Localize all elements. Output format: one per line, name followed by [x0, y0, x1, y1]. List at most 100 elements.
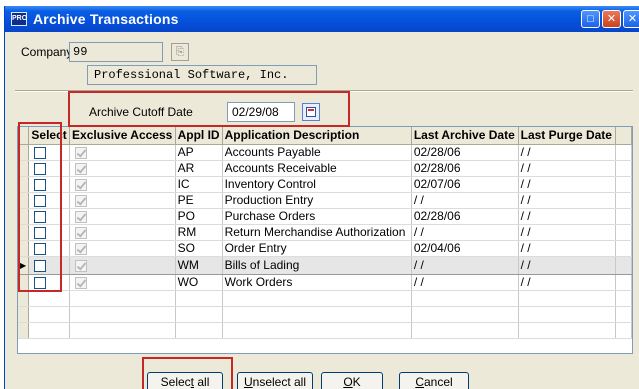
filler-cell: [615, 176, 632, 193]
select-checkbox[interactable]: [34, 276, 47, 289]
application-description-cell: Production Entry: [222, 192, 412, 209]
select-cell[interactable]: [28, 274, 71, 291]
ok-button[interactable]: OK: [321, 372, 383, 389]
empty-cell: [615, 290, 632, 307]
company-lookup-button[interactable]: ⎘: [171, 43, 189, 61]
row-indicator[interactable]: [18, 160, 30, 177]
appl-id-cell: PO: [175, 208, 223, 225]
last-purge-date-cell: / /: [518, 144, 617, 161]
archive-transactions-window: PRO Archive Transactions □ ✕ ✕ Company 9…: [4, 6, 639, 389]
row-indicator[interactable]: [18, 290, 30, 307]
unselect-all-button[interactable]: Unselect all: [237, 372, 313, 389]
current-row-arrow-icon: ▶: [20, 260, 27, 270]
table-row[interactable]: RM Return Merchandise Authorization / / / /: [18, 224, 632, 241]
row-indicator[interactable]: [18, 322, 30, 339]
table-row[interactable]: WO Work Orders / / / /: [18, 274, 632, 291]
exclusive-access-checkbox: [75, 242, 88, 255]
applications-grid[interactable]: Select Exclusive Access Appl ID Applicat…: [17, 126, 633, 354]
grid-body: AP Accounts Payable 02/28/06/ / AR Accounts …: [18, 144, 632, 339]
application-description-cell: Purchase Orders: [222, 208, 412, 225]
calendar-button[interactable]: [302, 103, 320, 121]
last-purge-date-cell: / /: [518, 240, 617, 257]
ok-label: K: [352, 375, 361, 389]
maximize-button[interactable]: □: [581, 10, 600, 28]
empty-row[interactable]: [18, 290, 632, 307]
cancel-button[interactable]: Cancel: [399, 372, 469, 389]
row-indicator[interactable]: [18, 224, 30, 241]
column-header-select[interactable]: Select: [28, 127, 71, 145]
select-cell[interactable]: [28, 224, 71, 241]
lookup-icon: ⎘: [175, 46, 185, 58]
row-indicator[interactable]: [18, 274, 30, 291]
select-cell[interactable]: [28, 144, 71, 161]
company-name-field: Professional Software, Inc.: [87, 65, 317, 85]
exclusive-access-checkbox: [75, 226, 88, 239]
select-cell[interactable]: [28, 160, 71, 177]
application-description-cell: Bills of Lading: [222, 255, 412, 275]
select-checkbox[interactable]: [34, 226, 47, 239]
table-row[interactable]: PO Purchase Orders 02/28/06/ /: [18, 208, 632, 225]
exclusive-access-cell: [69, 160, 176, 177]
cancel-label: ancel: [423, 375, 453, 389]
empty-row[interactable]: [18, 322, 632, 339]
column-header-last-archive-date[interactable]: Last Archive Date: [411, 127, 519, 145]
select-cell[interactable]: [28, 192, 71, 209]
close-icon[interactable]: ✕: [623, 10, 639, 28]
company-code-field[interactable]: 99: [69, 42, 163, 62]
column-header-exclusive-access[interactable]: Exclusive Access: [69, 127, 176, 145]
empty-cell: [615, 322, 632, 339]
appl-id-cell: WM: [175, 255, 223, 275]
filler-cell: [615, 192, 632, 209]
last-purge-date-cell: / /: [518, 176, 617, 193]
row-indicator[interactable]: ▶: [18, 255, 30, 275]
archive-cutoff-date-input[interactable]: 02/29/08: [227, 102, 295, 122]
select-checkbox[interactable]: [34, 259, 47, 272]
select-cell[interactable]: [28, 255, 71, 275]
application-description-cell: Work Orders: [222, 274, 412, 291]
application-description-cell: Accounts Receivable: [222, 160, 412, 177]
row-indicator[interactable]: [18, 208, 30, 225]
empty-cell: [222, 322, 412, 339]
table-row[interactable]: PE Production Entry / / / /: [18, 192, 632, 209]
empty-row[interactable]: [18, 306, 632, 323]
row-indicator[interactable]: [18, 144, 30, 161]
select-all-button[interactable]: Select all: [147, 372, 223, 389]
select-cell[interactable]: [28, 240, 71, 257]
select-checkbox[interactable]: [34, 178, 47, 191]
select-checkbox[interactable]: [34, 162, 47, 175]
table-row[interactable]: AR Accounts Receivable 02/28/06/ /: [18, 160, 632, 177]
table-row[interactable]: SO Order Entry 02/04/06/ /: [18, 240, 632, 257]
table-row[interactable]: AP Accounts Payable 02/28/06/ /: [18, 144, 632, 161]
application-description-cell: Return Merchandise Authorization: [222, 224, 412, 241]
divider: [15, 90, 633, 92]
select-checkbox[interactable]: [34, 146, 47, 159]
row-indicator[interactable]: [18, 240, 30, 257]
table-row[interactable]: IC Inventory Control 02/07/06/ /: [18, 176, 632, 193]
exclusive-access-cell: [69, 255, 176, 275]
last-archive-date-cell: 02/28/06: [411, 208, 519, 225]
title-bar[interactable]: PRO Archive Transactions □ ✕ ✕: [5, 6, 639, 32]
select-checkbox[interactable]: [34, 242, 47, 255]
select-cell[interactable]: [28, 208, 71, 225]
empty-cell: [175, 322, 223, 339]
empty-cell: [222, 306, 412, 323]
select-checkbox[interactable]: [34, 210, 47, 223]
row-indicator[interactable]: [18, 192, 30, 209]
row-indicator[interactable]: [18, 176, 30, 193]
appl-id-cell: SO: [175, 240, 223, 257]
appl-id-cell: AP: [175, 144, 223, 161]
column-header-appl-id[interactable]: Appl ID: [175, 127, 223, 145]
select-cell[interactable]: [28, 176, 71, 193]
column-header-filler: [615, 127, 632, 145]
app-icon: PRO: [11, 12, 27, 26]
last-purge-date-cell: / /: [518, 160, 617, 177]
row-indicator[interactable]: [18, 306, 30, 323]
empty-cell: [175, 306, 223, 323]
column-header-application-description[interactable]: Application Description: [222, 127, 412, 145]
empty-cell: [518, 322, 617, 339]
table-row[interactable]: ▶ WM Bills of Lading / / / /: [18, 255, 632, 275]
close-button[interactable]: ✕: [602, 10, 621, 28]
column-header-last-purge-date[interactable]: Last Purge Date: [518, 127, 617, 145]
select-checkbox[interactable]: [34, 194, 47, 207]
filler-cell: [615, 144, 632, 161]
